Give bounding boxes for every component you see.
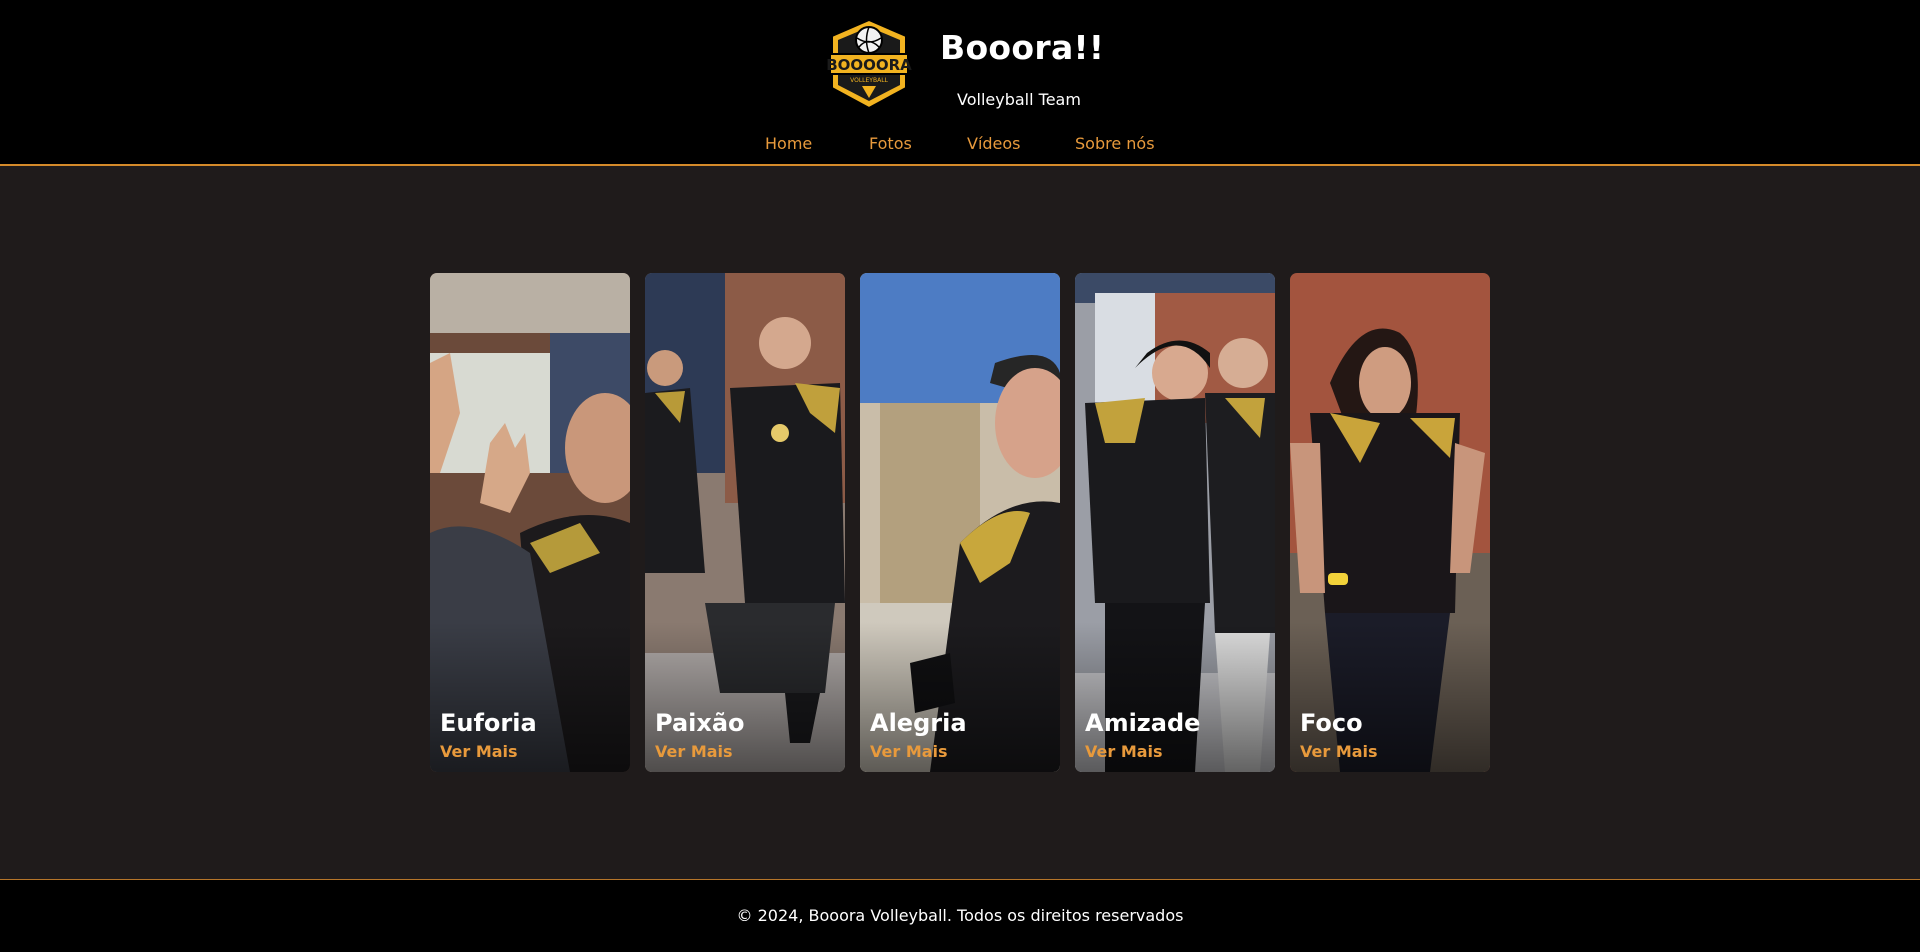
card-title: Paixão (655, 709, 745, 737)
nav-link-fotos[interactable]: Fotos (869, 134, 912, 153)
ver-mais-link[interactable]: Ver Mais (655, 742, 733, 761)
logo-wordmark: BOOOORA (826, 56, 912, 74)
site-title: Booora!! (940, 28, 1105, 67)
gallery-card-alegria[interactable]: Alegria Ver Mais (860, 273, 1060, 772)
card-title: Foco (1300, 709, 1363, 737)
nav-link-home[interactable]: Home (765, 134, 812, 153)
volleyball-shield-icon: BOOOORA VOLLEYBALL (826, 18, 912, 110)
card-title: Alegria (870, 709, 967, 737)
nav-link-sobre-nos[interactable]: Sobre nós (1075, 134, 1155, 153)
copyright-text: © 2024, Booora Volleyball. Todos os dire… (736, 906, 1184, 925)
team-logo[interactable]: BOOOORA VOLLEYBALL (826, 18, 912, 110)
logo-subtext: VOLLEYBALL (850, 77, 888, 84)
ver-mais-link[interactable]: Ver Mais (1300, 742, 1378, 761)
site-subtitle: Volleyball Team (957, 90, 1081, 109)
site-header: BOOOORA VOLLEYBALL Booora!! Volleyball T… (0, 0, 1920, 166)
main-nav: Home Fotos Vídeos Sobre nós (0, 134, 1920, 156)
ver-mais-link[interactable]: Ver Mais (440, 742, 518, 761)
nav-link-videos[interactable]: Vídeos (967, 134, 1021, 153)
ver-mais-link[interactable]: Ver Mais (1085, 742, 1163, 761)
card-title: Amizade (1085, 709, 1201, 737)
gallery-card-amizade[interactable]: Amizade Ver Mais (1075, 273, 1275, 772)
gallery-card-euforia[interactable]: Euforia Ver Mais (430, 273, 630, 772)
ver-mais-link[interactable]: Ver Mais (870, 742, 948, 761)
card-title: Euforia (440, 709, 537, 737)
photo-gallery: Euforia Ver Mais Paixão Ver Mais Alegria… (0, 166, 1920, 879)
gallery-card-paixao[interactable]: Paixão Ver Mais (645, 273, 845, 772)
gallery-card-foco[interactable]: Foco Ver Mais (1290, 273, 1490, 772)
site-footer: © 2024, Booora Volleyball. Todos os dire… (0, 879, 1920, 952)
